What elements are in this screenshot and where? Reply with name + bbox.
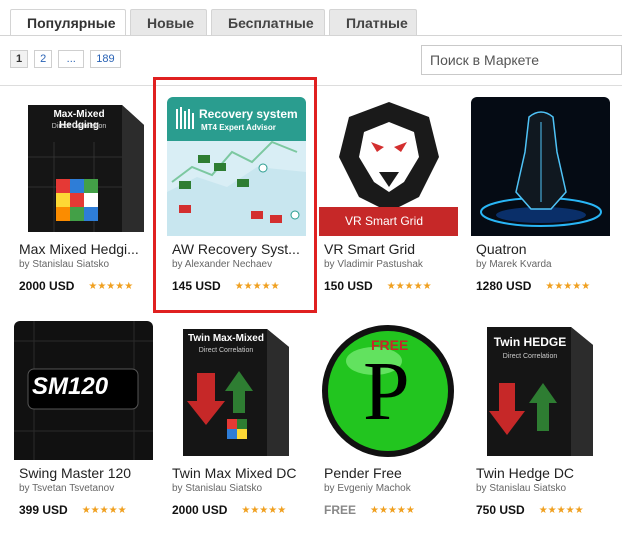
product-author[interactable]: by Stanislau Siatsko: [167, 483, 306, 494]
art-title: Twin HEDGE: [493, 335, 567, 349]
rating-stars-icon: ★★★★★: [370, 504, 415, 516]
product-title[interactable]: Swing Master 120: [14, 465, 153, 481]
product-price: 2000 USD: [19, 279, 75, 293]
product-author[interactable]: by Stanislau Siatsko: [471, 483, 610, 494]
pagination: 1 2 ... 189: [10, 50, 121, 68]
page-1-button[interactable]: 1: [10, 50, 29, 68]
product-title[interactable]: VR Smart Grid: [319, 241, 458, 257]
product-title[interactable]: Pender Free: [319, 465, 458, 481]
art-title: SM120: [32, 373, 109, 400]
product-author[interactable]: by Vladimir Pastushak: [319, 259, 458, 270]
product-card[interactable]: Twin HEDGE Direct Correlation Twin Hedge…: [471, 321, 610, 531]
art-subtitle: Direct Correlation: [198, 347, 254, 354]
product-thumbnail[interactable]: [471, 97, 610, 236]
product-title[interactable]: Quatron: [471, 241, 610, 257]
art-title: VR Smart Grid: [345, 214, 424, 228]
product-author[interactable]: by Tsvetan Tsvetanov: [14, 483, 153, 494]
product-thumbnail[interactable]: Twin Max-Mixed Direct Correlation: [167, 321, 306, 460]
product-price: 399 USD: [19, 503, 68, 517]
rating-stars-icon: ★★★★★: [241, 504, 287, 516]
product-card[interactable]: Quatron by Marek Kvarda 1280 USD ★★★★★: [471, 97, 610, 307]
product-title[interactable]: Twin Max Mixed DC: [167, 465, 306, 481]
product-card[interactable]: FREE P Pender Free by Evgeniy Machok FRE…: [319, 321, 458, 531]
rating-stars-icon: ★★★★★: [81, 504, 127, 516]
art-title: Twin Max-Mixed: [188, 333, 264, 344]
product-card[interactable]: Twin Max-Mixed Direct Correlation Twin M…: [167, 321, 306, 531]
product-title[interactable]: Max Mixed Hedgi...: [14, 241, 153, 257]
art-subtitle: Direct Correlation: [502, 353, 558, 360]
product-thumbnail[interactable]: Max-Mixed Hedging Direct Correlation: [14, 97, 153, 236]
selection-highlight: [153, 77, 317, 313]
page-last-button[interactable]: 189: [90, 50, 121, 68]
product-price: 150 USD: [324, 279, 373, 293]
rating-stars-icon: ★★★★★: [386, 280, 432, 292]
rating-stars-icon: ★★★★★: [88, 280, 134, 292]
tab-free[interactable]: Бесплатные: [211, 9, 325, 35]
product-author[interactable]: by Stanislau Siatsko: [14, 259, 153, 270]
product-author[interactable]: by Evgeniy Machok: [319, 483, 458, 494]
product-price: FREE: [324, 503, 357, 517]
product-card[interactable]: VR Smart Grid VR Smart Grid by Vladimir …: [319, 97, 458, 307]
product-card[interactable]: SM120 Swing Master 120 by Tsvetan Tsveta…: [14, 321, 153, 531]
rating-stars-icon: ★★★★★: [538, 504, 584, 516]
art-subtitle: Direct Correlation: [51, 123, 107, 130]
product-price: 2000 USD: [172, 503, 228, 517]
product-title[interactable]: Twin Hedge DC: [471, 465, 610, 481]
product-price: 1280 USD: [476, 279, 532, 293]
market-tabs: Популярные Новые Бесплатные Платные: [10, 9, 417, 36]
page-2-button[interactable]: 2: [34, 50, 53, 68]
tab-paid[interactable]: Платные: [329, 9, 417, 35]
tab-new[interactable]: Новые: [130, 9, 207, 35]
market-search-input[interactable]: [421, 45, 622, 75]
tab-divider: [0, 35, 622, 36]
product-thumbnail[interactable]: Twin HEDGE Direct Correlation: [471, 321, 610, 460]
rating-stars-icon: ★★★★★: [545, 280, 591, 292]
product-card[interactable]: Max-Mixed Hedging Direct Correlation Max…: [14, 97, 153, 307]
product-thumbnail[interactable]: SM120: [14, 321, 153, 460]
product-price: 750 USD: [476, 503, 525, 517]
product-author[interactable]: by Marek Kvarda: [471, 259, 610, 270]
product-thumbnail[interactable]: VR Smart Grid: [319, 97, 458, 236]
tab-popular[interactable]: Популярные: [10, 9, 126, 36]
art-letter: P: [363, 345, 410, 438]
product-thumbnail[interactable]: FREE P: [319, 321, 458, 460]
page-ellipsis-button[interactable]: ...: [58, 50, 85, 68]
